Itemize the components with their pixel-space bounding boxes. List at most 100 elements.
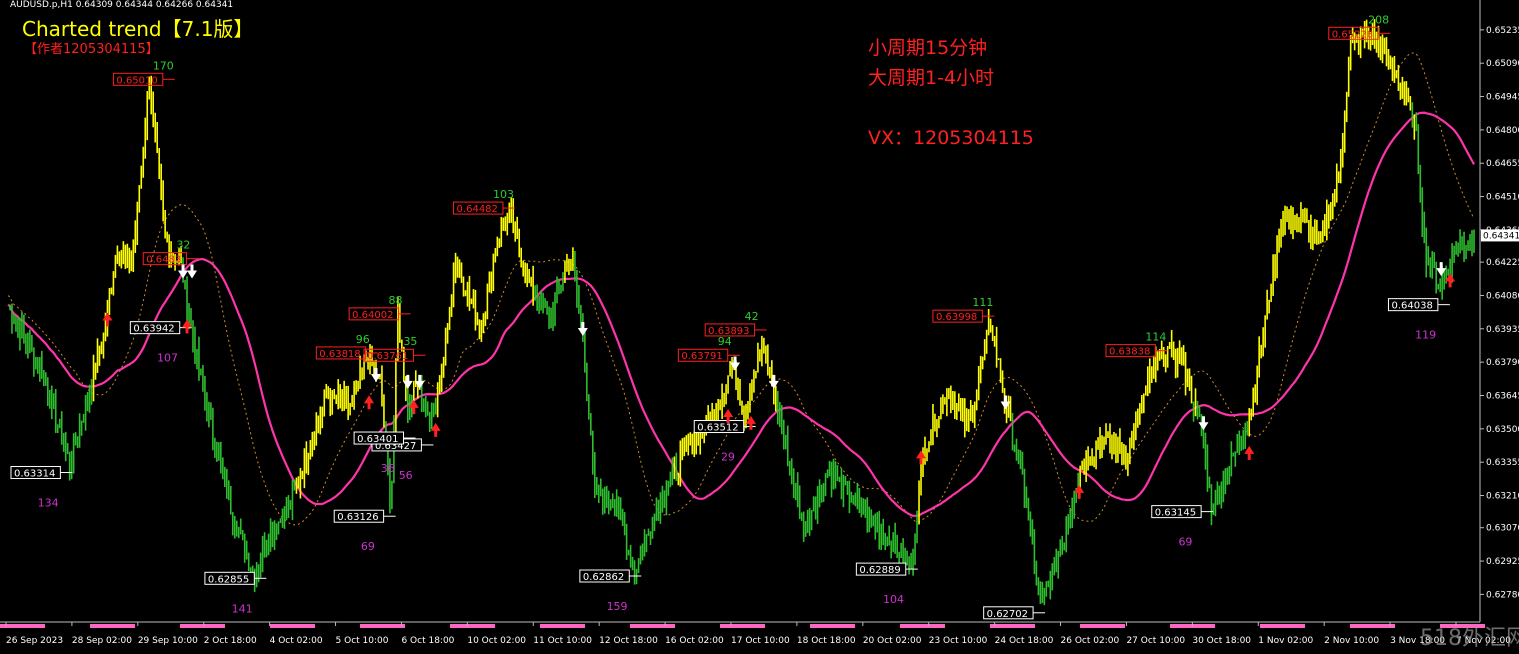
y-tick-label: 0.65090	[1486, 59, 1519, 69]
y-tick-label: 0.63790	[1486, 358, 1519, 368]
swing-low-count: 56	[399, 469, 413, 482]
swing-high-count: 94	[718, 335, 732, 348]
swing-low-count: 69	[1178, 536, 1192, 549]
swing-low-count: 104	[883, 593, 904, 606]
x-tick-label: 12 Oct 18:00	[599, 636, 658, 646]
session-strip-segment	[630, 624, 675, 628]
swing-high-price: 0.63761	[367, 351, 408, 362]
x-tick-label: 5 Oct 10:00	[336, 636, 389, 646]
y-tick-label: 0.64655	[1486, 159, 1519, 169]
swing-low-price: 0.62702	[987, 609, 1028, 620]
swing-low-price: 0.63942	[133, 324, 174, 335]
author-label: 【作者1205304115】	[24, 42, 159, 57]
y-tick-label: 0.64225	[1486, 258, 1519, 268]
x-tick-label: 1 Nov 02:00	[1258, 636, 1313, 646]
swing-high-price: 0.64482	[457, 204, 498, 215]
swing-low-count: 119	[1415, 329, 1436, 342]
session-strip-segment	[180, 624, 225, 628]
swing-low-price: 0.63401	[357, 434, 398, 445]
swing-low-count: 29	[721, 451, 735, 464]
session-strip-segment	[0, 624, 45, 628]
y-tick-label: 0.63500	[1486, 425, 1519, 435]
session-strip-segment	[270, 624, 315, 628]
swing-high-price: 0.63838	[1109, 347, 1150, 358]
x-tick-label: 26 Sep 2023	[6, 636, 63, 646]
session-strip-segment	[450, 624, 495, 628]
swing-low-price: 0.62862	[583, 572, 624, 583]
y-tick-label: 0.64510	[1486, 193, 1519, 203]
x-tick-label: 16 Oct 02:00	[665, 636, 724, 646]
swing-low-price: 0.64038	[1391, 301, 1432, 312]
chart-background	[0, 0, 1519, 654]
swing-high-count: 88	[389, 294, 403, 307]
x-tick-label: 29 Sep 10:00	[138, 636, 198, 646]
y-tick-label: 0.65235	[1486, 26, 1519, 36]
session-strip-segment	[540, 624, 585, 628]
note-contact: VX：1205304115	[868, 127, 1034, 149]
current-price-label: 0.64341	[1483, 231, 1519, 241]
swing-high-count: 208	[1368, 13, 1389, 26]
x-tick-label: 10 Oct 02:00	[467, 636, 526, 646]
swing-high-count: 111	[972, 296, 993, 309]
swing-low-price: 0.63126	[337, 512, 378, 523]
session-strip-segment	[720, 624, 765, 628]
x-tick-label: 18 Oct 18:00	[797, 636, 856, 646]
y-tick-label: 0.63935	[1486, 325, 1519, 335]
swing-low-count: 141	[232, 602, 253, 615]
swing-high-price: 0.63791	[681, 351, 722, 362]
x-tick-label: 2 Nov 10:00	[1324, 636, 1379, 646]
swing-low-price: 0.62855	[208, 574, 249, 585]
session-strip-segment	[360, 624, 405, 628]
x-tick-label: 4 Oct 02:00	[270, 636, 323, 646]
swing-high-price: 0.6483	[146, 255, 181, 266]
y-tick-label: 0.63210	[1486, 492, 1519, 502]
session-strip-segment	[90, 624, 135, 628]
swing-high-price: 0.64002	[352, 310, 393, 321]
swing-low-count: 107	[157, 352, 178, 365]
y-tick-label: 0.63070	[1486, 524, 1519, 534]
swing-low-price: 0.62889	[859, 565, 900, 576]
swing-high-count: 103	[493, 188, 514, 201]
session-strip-segment	[1350, 624, 1395, 628]
x-tick-label: 27 Oct 10:00	[1126, 636, 1185, 646]
session-strip-segment	[900, 624, 945, 628]
x-tick-label: 20 Oct 02:00	[863, 636, 922, 646]
swing-low-price: 0.63314	[14, 469, 55, 480]
x-tick-label: 26 Oct 02:00	[1061, 636, 1120, 646]
swing-low-count: 69	[361, 540, 375, 553]
session-strip-segment	[990, 624, 1035, 628]
swing-high-price: 0.63998	[936, 312, 977, 323]
swing-high-count: 42	[745, 310, 759, 323]
swing-low-count: 134	[38, 497, 59, 510]
swing-low-price: 0.63145	[1155, 508, 1196, 519]
note-large-period: 大周期1-4小时	[868, 67, 995, 89]
swing-high-count: 170	[153, 59, 174, 72]
swing-high-count: 32	[176, 239, 190, 252]
swing-low-count: 159	[607, 600, 628, 613]
swing-high-price: 0.65228	[1332, 29, 1373, 40]
swing-low-price: 0.63512	[697, 423, 738, 434]
x-tick-label: 23 Oct 10:00	[929, 636, 988, 646]
x-tick-label: 6 Oct 18:00	[401, 636, 454, 646]
swing-high-count: 35	[403, 335, 417, 348]
y-tick-label: 0.64080	[1486, 291, 1519, 301]
x-tick-label: 30 Oct 18:00	[1192, 636, 1251, 646]
swing-low-count: 36	[381, 462, 395, 475]
y-tick-label: 0.63645	[1486, 391, 1519, 401]
y-tick-label: 0.62925	[1486, 557, 1519, 567]
y-tick-label: 0.63355	[1486, 458, 1519, 468]
price-chart[interactable]: 0.65010 170 0.6483 32 0.64002 88 0.63818 96 0.63…	[0, 0, 1519, 654]
session-strip-segment	[1080, 624, 1125, 628]
swing-high-count: 96	[356, 333, 370, 346]
y-tick-label: 0.64800	[1486, 126, 1519, 136]
session-strip-segment	[1260, 624, 1305, 628]
swing-high-price: 0.65010	[116, 75, 157, 86]
y-tick-label: 0.64945	[1486, 93, 1519, 103]
x-tick-label: 28 Sep 02:00	[72, 636, 132, 646]
symbol-ohlc-line: AUDUSD.p,H1 0.64309 0.64344 0.64266 0.64…	[10, 0, 234, 10]
watermark: 518外汇网	[1420, 626, 1519, 651]
x-tick-label: 17 Oct 10:00	[731, 636, 790, 646]
x-tick-label: 11 Oct 10:00	[533, 636, 592, 646]
x-tick-label: 2 Oct 18:00	[204, 636, 257, 646]
note-small-period: 小周期15分钟	[868, 37, 988, 59]
